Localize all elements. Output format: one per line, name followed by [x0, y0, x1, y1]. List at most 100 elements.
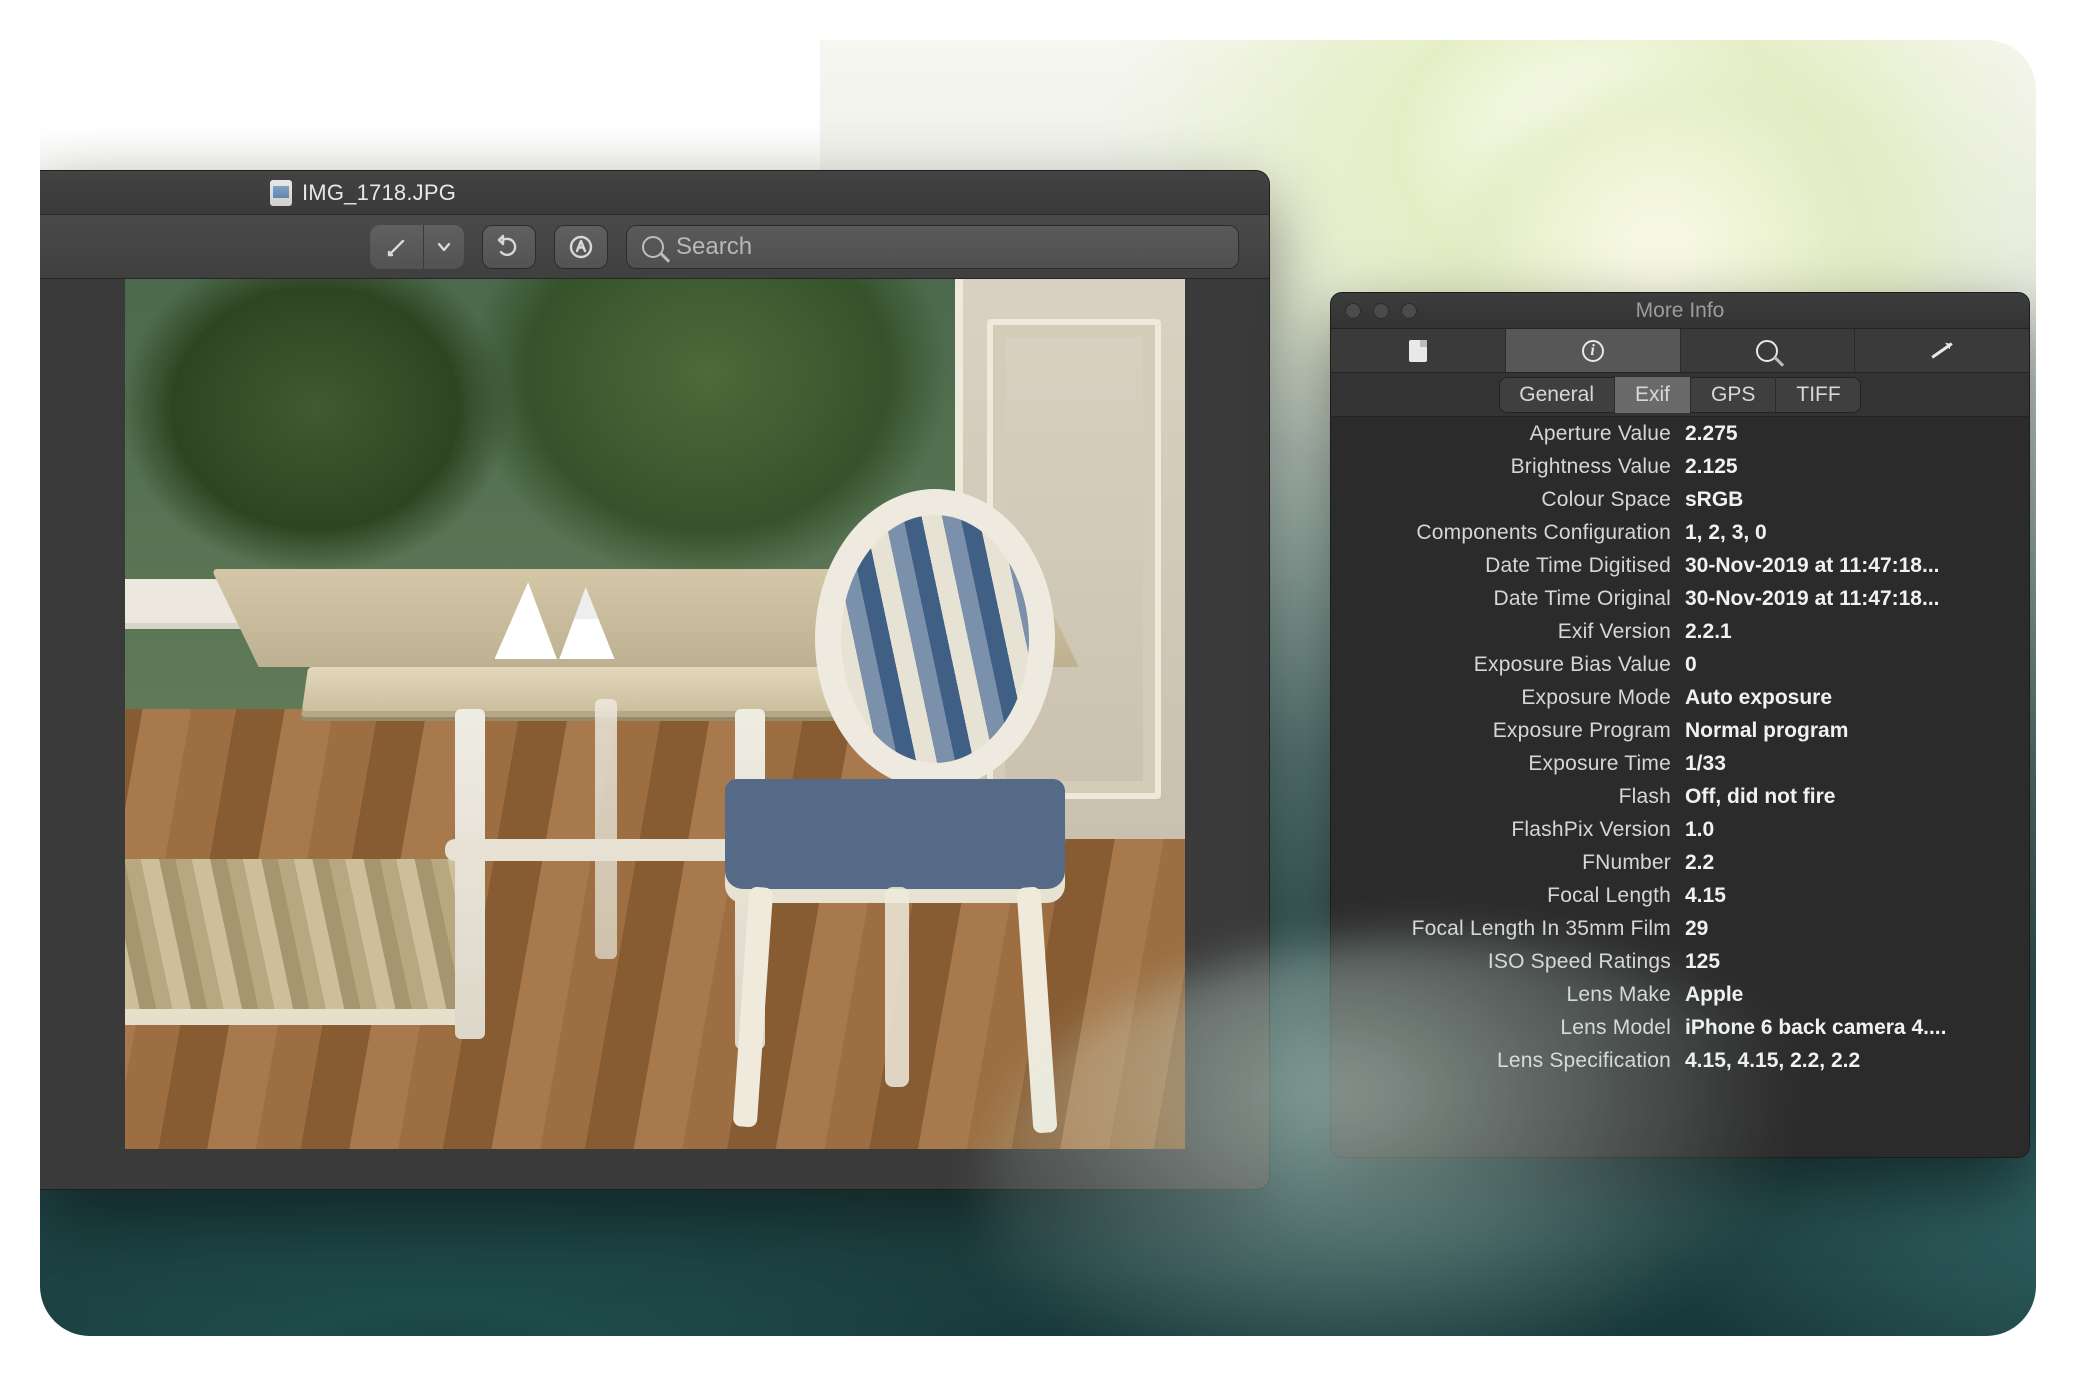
exif-value: iPhone 6 back camera 4.... — [1685, 1016, 2011, 1040]
exif-row: Exposure Time 1/33 — [1331, 747, 2029, 780]
zoom-window-icon[interactable] — [1401, 303, 1417, 319]
tab-gps[interactable]: GPS — [1691, 377, 1776, 413]
exif-key: Lens Specification — [1331, 1049, 1671, 1073]
close-window-icon[interactable] — [1345, 303, 1361, 319]
inspector-mode-bar: i — [1331, 329, 2029, 373]
pencil-icon — [384, 234, 410, 260]
exif-row: Lens Model iPhone 6 back camera 4.... — [1331, 1011, 2029, 1044]
exif-value: 2.275 — [1685, 422, 2011, 446]
mode-info[interactable]: i — [1506, 329, 1681, 372]
exif-row: Lens Specification 4.15, 4.15, 2.2, 2.2 — [1331, 1044, 2029, 1077]
inspector-title: More Info — [1636, 299, 1725, 323]
search-placeholder: Search — [676, 233, 752, 261]
window-controls[interactable] — [1345, 303, 1417, 319]
annotate-button[interactable] — [554, 225, 608, 269]
exif-value: 2.125 — [1685, 455, 2011, 479]
exif-value: 2.2 — [1685, 851, 2011, 875]
exif-value: 4.15, 4.15, 2.2, 2.2 — [1685, 1049, 2011, 1073]
exif-row: Date Time Original 30-Nov-2019 at 11:47:1… — [1331, 582, 2029, 615]
rotate-button[interactable] — [482, 225, 536, 269]
photo-content — [125, 279, 1185, 1149]
exif-row: Colour Space sRGB — [1331, 483, 2029, 516]
tab-exif[interactable]: Exif — [1615, 377, 1691, 413]
exif-key: Lens Model — [1331, 1016, 1671, 1040]
exif-row: ISO Speed Ratings 125 — [1331, 945, 2029, 978]
markup-toggle-group — [370, 225, 464, 269]
markup-button[interactable] — [370, 225, 424, 269]
exif-row: Flash Off, did not fire — [1331, 780, 2029, 813]
mode-edit[interactable] — [1855, 329, 2029, 372]
preview-canvas[interactable] — [40, 279, 1269, 1189]
exif-row: FNumber 2.2 — [1331, 846, 2029, 879]
preview-toolbar: Search — [40, 215, 1269, 279]
more-info-panel: More Info i GeneralExifGPSTIFF Aperture … — [1330, 292, 2030, 1158]
info-icon: i — [1582, 340, 1604, 362]
exif-key: Flash — [1331, 785, 1671, 809]
exif-row: Exif Version 2.2.1 — [1331, 615, 2029, 648]
exif-key: Date Time Original — [1331, 587, 1671, 611]
exif-value: 30-Nov-2019 at 11:47:18... — [1685, 587, 2011, 611]
exif-row: Focal Length In 35mm Film 29 — [1331, 912, 2029, 945]
exif-table[interactable]: Aperture Value 2.275 Brightness Value 2.125… — [1331, 417, 2029, 1157]
exif-row: Exposure Program Normal program — [1331, 714, 2029, 747]
preview-title: IMG_1718.JPG — [302, 180, 456, 206]
exif-key: Colour Space — [1331, 488, 1671, 512]
exif-key: FlashPix Version — [1331, 818, 1671, 842]
tab-general[interactable]: General — [1499, 377, 1615, 413]
inspector-titlebar[interactable]: More Info — [1331, 293, 2029, 329]
exif-key: Components Configuration — [1331, 521, 1671, 545]
exif-key: Brightness Value — [1331, 455, 1671, 479]
exif-key: Exposure Program — [1331, 719, 1671, 743]
exif-value: 1.0 — [1685, 818, 2011, 842]
search-icon — [642, 236, 664, 258]
document-jpg-icon — [270, 180, 292, 206]
exif-row: Brightness Value 2.125 — [1331, 450, 2029, 483]
exif-row: FlashPix Version 1.0 — [1331, 813, 2029, 846]
exif-row: Focal Length 4.15 — [1331, 879, 2029, 912]
exif-key: ISO Speed Ratings — [1331, 950, 1671, 974]
exif-key: Focal Length In 35mm Film — [1331, 917, 1671, 941]
exif-value: Normal program — [1685, 719, 2011, 743]
exif-value: 1, 2, 3, 0 — [1685, 521, 2011, 545]
exif-value: 2.2.1 — [1685, 620, 2011, 644]
exif-row: Date Time Digitised 30-Nov-2019 at 11:47:… — [1331, 549, 2029, 582]
chevron-down-icon — [436, 239, 452, 255]
exif-row: Aperture Value 2.275 — [1331, 417, 2029, 450]
exif-key: Exposure Mode — [1331, 686, 1671, 710]
exif-row: Components Configuration 1, 2, 3, 0 — [1331, 516, 2029, 549]
exif-value: Off, did not fire — [1685, 785, 2011, 809]
exif-value: 30-Nov-2019 at 11:47:18... — [1685, 554, 2011, 578]
pencil-icon — [1931, 342, 1952, 358]
exif-key: Focal Length — [1331, 884, 1671, 908]
minimize-window-icon[interactable] — [1373, 303, 1389, 319]
tab-tiff[interactable]: TIFF — [1776, 377, 1860, 413]
rotate-left-icon — [496, 234, 522, 260]
exif-key: Lens Make — [1331, 983, 1671, 1007]
exif-value: 0 — [1685, 653, 2011, 677]
exif-value: Apple — [1685, 983, 2011, 1007]
markup-pen-icon — [568, 234, 594, 260]
exif-row: Lens Make Apple — [1331, 978, 2029, 1011]
exif-key: Aperture Value — [1331, 422, 1671, 446]
markup-menu-button[interactable] — [424, 225, 464, 269]
mode-search[interactable] — [1681, 329, 1856, 372]
preview-window: IMG_1718.JPG — [40, 170, 1270, 1190]
mode-document[interactable] — [1331, 329, 1506, 372]
exif-row: Exposure Mode Auto exposure — [1331, 681, 2029, 714]
exif-key: Date Time Digitised — [1331, 554, 1671, 578]
desktop-wallpaper: IMG_1718.JPG — [40, 40, 2036, 1336]
document-icon — [1409, 340, 1427, 362]
exif-value: Auto exposure — [1685, 686, 2011, 710]
exif-key: FNumber — [1331, 851, 1671, 875]
exif-key: Exif Version — [1331, 620, 1671, 644]
preview-titlebar[interactable]: IMG_1718.JPG — [40, 171, 1269, 215]
exif-key: Exposure Time — [1331, 752, 1671, 776]
inspector-tabs: GeneralExifGPSTIFF — [1331, 373, 2029, 417]
exif-value: 125 — [1685, 950, 2011, 974]
exif-value: 4.15 — [1685, 884, 2011, 908]
exif-value: sRGB — [1685, 488, 2011, 512]
exif-value: 1/33 — [1685, 752, 2011, 776]
preview-search-field[interactable]: Search — [626, 225, 1239, 269]
exif-key: Exposure Bias Value — [1331, 653, 1671, 677]
exif-value: 29 — [1685, 917, 2011, 941]
